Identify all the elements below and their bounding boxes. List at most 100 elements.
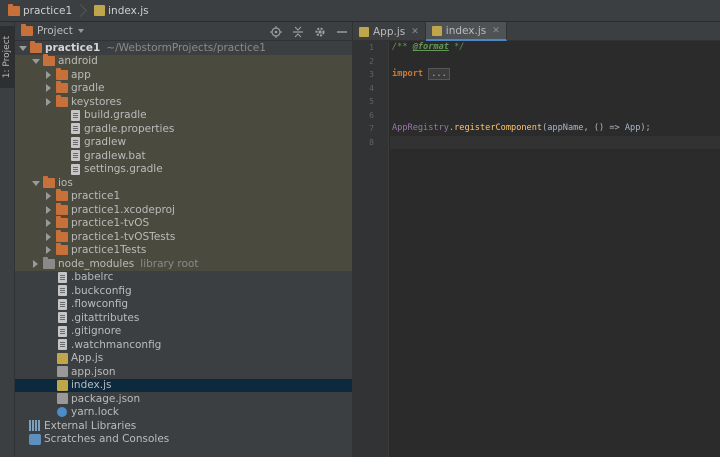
code-line-1[interactable]: /** @format */ <box>390 41 720 55</box>
tree-item[interactable]: practice1 ~/WebstormProjects/practice1 <box>15 40 352 55</box>
tree-item[interactable]: package.json <box>15 392 352 406</box>
tree-item[interactable]: .gitattributes <box>15 311 352 325</box>
code-area[interactable]: /** @format */ import ... AppRegistry.re… <box>390 41 720 457</box>
left-tool-strip: 1: Project <box>0 22 15 457</box>
tree-item[interactable]: .buckconfig <box>15 284 352 298</box>
tree-item-label: app.json <box>71 365 116 378</box>
tree-item-label: practice1-tvOS <box>71 217 150 230</box>
tree-item[interactable]: gradle.properties <box>15 122 352 136</box>
tree-item[interactable]: practice1-tvOSTests <box>15 229 352 244</box>
expanded-arrow-icon[interactable] <box>31 56 41 66</box>
breadcrumb-item[interactable]: practice1 <box>4 0 78 22</box>
tree-item-label: .babelrc <box>71 271 114 284</box>
project-tool-tab[interactable]: 1: Project <box>0 26 15 88</box>
tree-item[interactable]: app.json <box>15 365 352 379</box>
js-file-icon <box>431 25 442 36</box>
hide-icon[interactable] <box>336 26 348 38</box>
collapsed-arrow-icon[interactable] <box>31 259 41 269</box>
tree-item-label: practice1 <box>71 190 121 203</box>
tree-item-hint: ~/WebstormProjects/practice1 <box>106 41 266 54</box>
collapsed-arrow-icon[interactable] <box>44 245 54 255</box>
import-keyword: import <box>392 69 424 79</box>
tree-item-label: build.gradle <box>84 109 147 122</box>
editor-tab[interactable]: index.js ✕ <box>425 22 507 41</box>
code-line-6[interactable] <box>390 109 720 123</box>
locate-icon[interactable] <box>270 25 282 38</box>
code-line-8[interactable] <box>390 135 720 149</box>
collapsed-arrow-icon[interactable] <box>44 232 54 242</box>
collapsed-arrow-icon[interactable] <box>44 191 54 201</box>
line-number: 2 <box>369 56 374 66</box>
collapsed-arrow-icon[interactable] <box>44 218 54 228</box>
tree-item[interactable]: .babelrc <box>15 271 352 285</box>
editor-tabs: App.js ✕ index.js ✕ <box>353 22 720 41</box>
tree-item[interactable]: ios <box>15 175 352 190</box>
close-tab-icon[interactable]: ✕ <box>411 27 419 37</box>
tree-item-label: External Libraries <box>44 419 137 432</box>
tree-item[interactable]: App.js <box>15 352 352 366</box>
folder-icon <box>56 94 68 107</box>
tree-item[interactable]: settings.gradle <box>15 162 352 176</box>
collapsed-arrow-icon[interactable] <box>44 83 54 93</box>
code-line-2[interactable] <box>390 55 720 69</box>
folder-icon <box>56 189 68 202</box>
expanded-arrow-icon[interactable] <box>31 178 41 188</box>
tree-item[interactable]: practice1 <box>15 189 352 203</box>
tree-item[interactable]: android <box>15 54 352 68</box>
collapsed-arrow-icon[interactable] <box>44 70 54 80</box>
tree-item[interactable]: practice1-tvOS <box>15 216 352 230</box>
tree-item[interactable]: gradlew <box>15 135 352 149</box>
tree-item[interactable]: gradlew.bat <box>15 149 352 163</box>
tree-item[interactable]: .gitignore <box>15 325 352 339</box>
folded-imports[interactable]: ... <box>428 68 450 80</box>
folder-icon <box>56 202 68 215</box>
line-number: 3 <box>369 70 374 79</box>
js-file-icon <box>94 5 106 16</box>
code-line-4[interactable] <box>390 82 720 96</box>
code-line-7[interactable]: AppRegistry.registerComponent(appName, (… <box>390 122 720 136</box>
tree-item[interactable]: gradle <box>15 81 352 95</box>
tree-item[interactable]: practice1.xcodeproj <box>15 202 352 217</box>
code-line-5[interactable] <box>390 95 720 109</box>
gear-icon[interactable] <box>314 26 326 38</box>
tree-item[interactable]: node_modules library root <box>15 256 352 271</box>
tree-item[interactable]: External Libraries <box>15 419 352 433</box>
tree-item[interactable]: .flowconfig <box>15 298 352 312</box>
tree-item[interactable]: index.js <box>15 378 352 392</box>
tree-item-label: .gitattributes <box>71 311 140 324</box>
comment-open: /** <box>392 42 413 52</box>
tree-item[interactable]: .watchmanconfig <box>15 338 352 352</box>
format-tag[interactable]: @format <box>413 42 449 52</box>
breadcrumb-separator-icon <box>78 0 85 22</box>
editor-tab[interactable]: App.js ✕ <box>353 22 426 41</box>
project-tree: practice1 ~/WebstormProjects/practice1 and… <box>15 40 352 447</box>
tree-item-label: .buckconfig <box>71 284 132 297</box>
chevron-down-icon[interactable] <box>77 29 84 33</box>
collapsed-arrow-icon[interactable] <box>44 97 54 107</box>
tree-item-label: gradlew <box>84 136 127 149</box>
tree-item[interactable]: practice1Tests <box>15 243 352 257</box>
expanded-arrow-icon[interactable] <box>18 43 28 53</box>
close-tab-icon[interactable]: ✕ <box>492 26 500 36</box>
folder-icon <box>56 67 68 80</box>
tree-item[interactable]: app <box>15 67 352 82</box>
tree-item[interactable]: build.gradle <box>15 108 352 122</box>
code-line-3[interactable]: import ... <box>390 68 720 82</box>
collapse-all-icon[interactable] <box>292 26 304 38</box>
tree-item[interactable]: yarn.lock <box>15 406 352 420</box>
text-file-icon <box>58 339 67 351</box>
breadcrumb-item[interactable]: index.js <box>89 0 154 22</box>
tree-item[interactable]: Scratches and Consoles <box>15 433 352 447</box>
tree-item[interactable]: keystores <box>15 94 352 109</box>
project-view-selector[interactable]: Project <box>37 25 73 37</box>
collapsed-arrow-icon[interactable] <box>44 205 54 215</box>
line-number: 4 <box>369 83 374 93</box>
folder-icon <box>30 40 42 53</box>
